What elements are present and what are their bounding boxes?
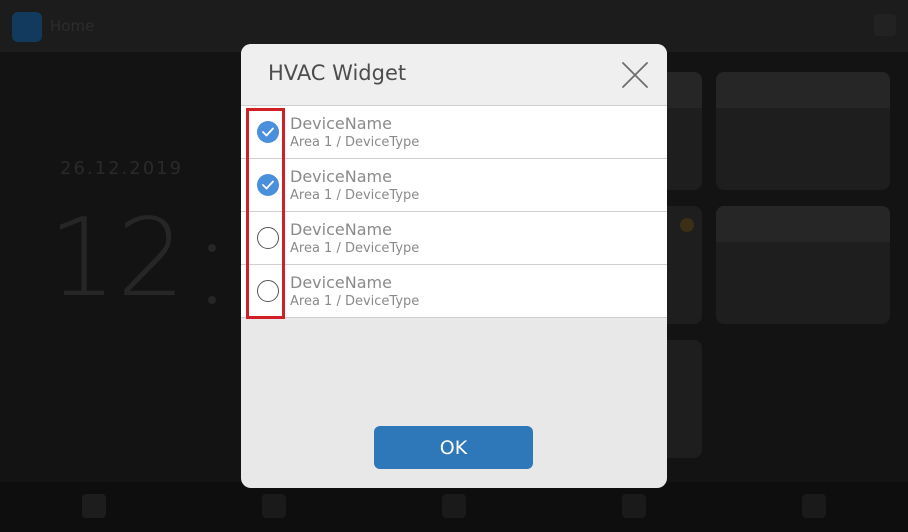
device-name: DeviceName <box>290 273 392 292</box>
dialog-title: HVAC Widget <box>268 61 407 85</box>
status-dot-icon <box>680 218 694 232</box>
device-path: Area 1 / DeviceType <box>290 135 420 150</box>
device-name: DeviceName <box>290 114 392 133</box>
device-path: Area 1 / DeviceType <box>290 294 420 309</box>
menu-icon <box>874 14 896 36</box>
device-row[interactable]: DeviceName Area 1 / DeviceType <box>241 106 667 159</box>
checkmark-icon <box>262 127 274 137</box>
app-title: Home <box>50 17 95 35</box>
device-row[interactable]: DeviceName Area 1 / DeviceType <box>241 265 667 318</box>
device-path: Area 1 / DeviceType <box>290 241 420 256</box>
close-x-icon <box>622 62 648 88</box>
device-list: DeviceName Area 1 / DeviceType DeviceNam… <box>241 106 667 318</box>
nav-home-icon <box>82 494 106 518</box>
bottom-nav-bar <box>0 482 908 532</box>
widget-card <box>716 72 890 190</box>
device-row[interactable]: DeviceName Area 1 / DeviceType <box>241 212 667 265</box>
clock-date: 26.12.2019 <box>60 158 184 179</box>
widget-card <box>716 206 890 324</box>
clock-hour: 12 <box>48 196 186 321</box>
clock-colon-dot <box>208 296 216 304</box>
device-checkbox[interactable] <box>257 227 279 249</box>
device-path: Area 1 / DeviceType <box>290 188 420 203</box>
nav-tab-icon <box>802 494 826 518</box>
app-logo-icon <box>12 12 42 42</box>
device-checkbox[interactable] <box>257 121 279 143</box>
device-checkbox[interactable] <box>257 280 279 302</box>
checkmark-icon <box>262 180 274 190</box>
close-button[interactable] <box>619 59 651 91</box>
nav-tab-icon <box>622 494 646 518</box>
ok-button[interactable]: OK <box>374 426 533 469</box>
nav-tab-icon <box>442 494 466 518</box>
device-name: DeviceName <box>290 220 392 239</box>
hvac-widget-dialog: HVAC Widget DeviceName Area 1 / DeviceTy… <box>241 44 667 488</box>
device-name: DeviceName <box>290 167 392 186</box>
device-checkbox[interactable] <box>257 174 279 196</box>
clock-colon-dot <box>208 244 216 252</box>
device-row[interactable]: DeviceName Area 1 / DeviceType <box>241 159 667 212</box>
dialog-header: HVAC Widget <box>241 44 667 106</box>
nav-tab-icon <box>262 494 286 518</box>
